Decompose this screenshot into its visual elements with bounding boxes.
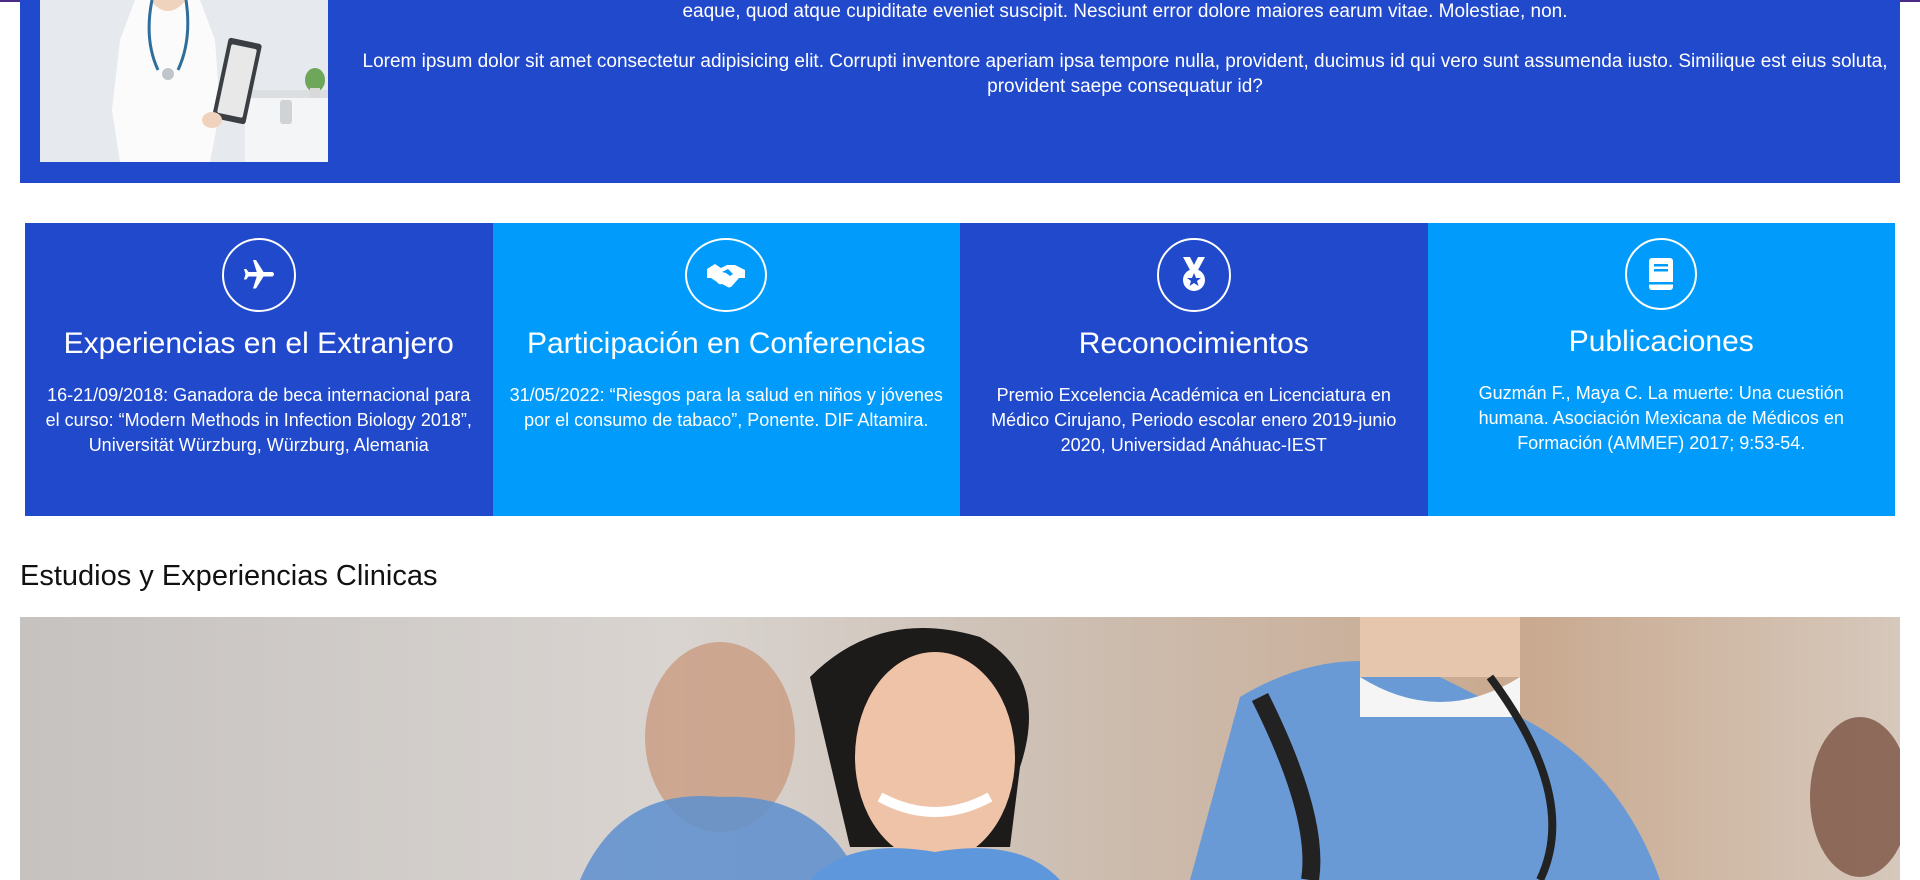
handshake-icon bbox=[685, 238, 768, 312]
intro-text: eaque, quod atque cupiditate eveniet sus… bbox=[350, 0, 1900, 99]
card-text: Premio Excelencia Académica en Licenciat… bbox=[991, 385, 1397, 455]
card-title: Participación en Conferencias bbox=[526, 327, 926, 360]
intro-paragraph: Lorem ipsum dolor sit amet consectetur a… bbox=[362, 51, 1888, 97]
card-text: 31/05/2022: “Riesgos para la salud en ni… bbox=[509, 385, 943, 430]
medical-team-photo bbox=[20, 617, 1900, 880]
card-conferencias: Participación en Conferencias 31/05/2022… bbox=[492, 223, 960, 516]
airplane-icon bbox=[221, 238, 296, 312]
card-publicaciones: Publicaciones Guzmán F., Maya C. La muer… bbox=[1427, 223, 1895, 516]
intro-paragraph: eaque, quod atque cupiditate eveniet sus… bbox=[682, 1, 1568, 22]
card-text: Guzmán F., Maya C. La muerte: Una cuesti… bbox=[1478, 383, 1844, 453]
card-text: 16-21/09/2018: Ganadora de beca internac… bbox=[45, 385, 472, 455]
card-title: Reconocimientos bbox=[1078, 327, 1309, 360]
card-reconocimientos: Reconocimientos Premio Excelencia Académ… bbox=[960, 223, 1428, 516]
section-title: Estudios y Experiencias Clinicas bbox=[20, 560, 438, 592]
book-icon bbox=[1625, 238, 1698, 310]
card-title: Publicaciones bbox=[1568, 325, 1754, 358]
intro-section: eaque, quod atque cupiditate eveniet sus… bbox=[20, 0, 1900, 183]
card-title: Experiencias en el Extranjero bbox=[63, 327, 454, 360]
medal-icon bbox=[1156, 238, 1231, 312]
doctor-photo bbox=[40, 0, 328, 162]
card-experiencias-extranjero: Experiencias en el Extranjero 16-21/09/2… bbox=[25, 223, 493, 516]
achievements-cards: Experiencias en el Extranjero 16-21/09/2… bbox=[25, 223, 1895, 516]
